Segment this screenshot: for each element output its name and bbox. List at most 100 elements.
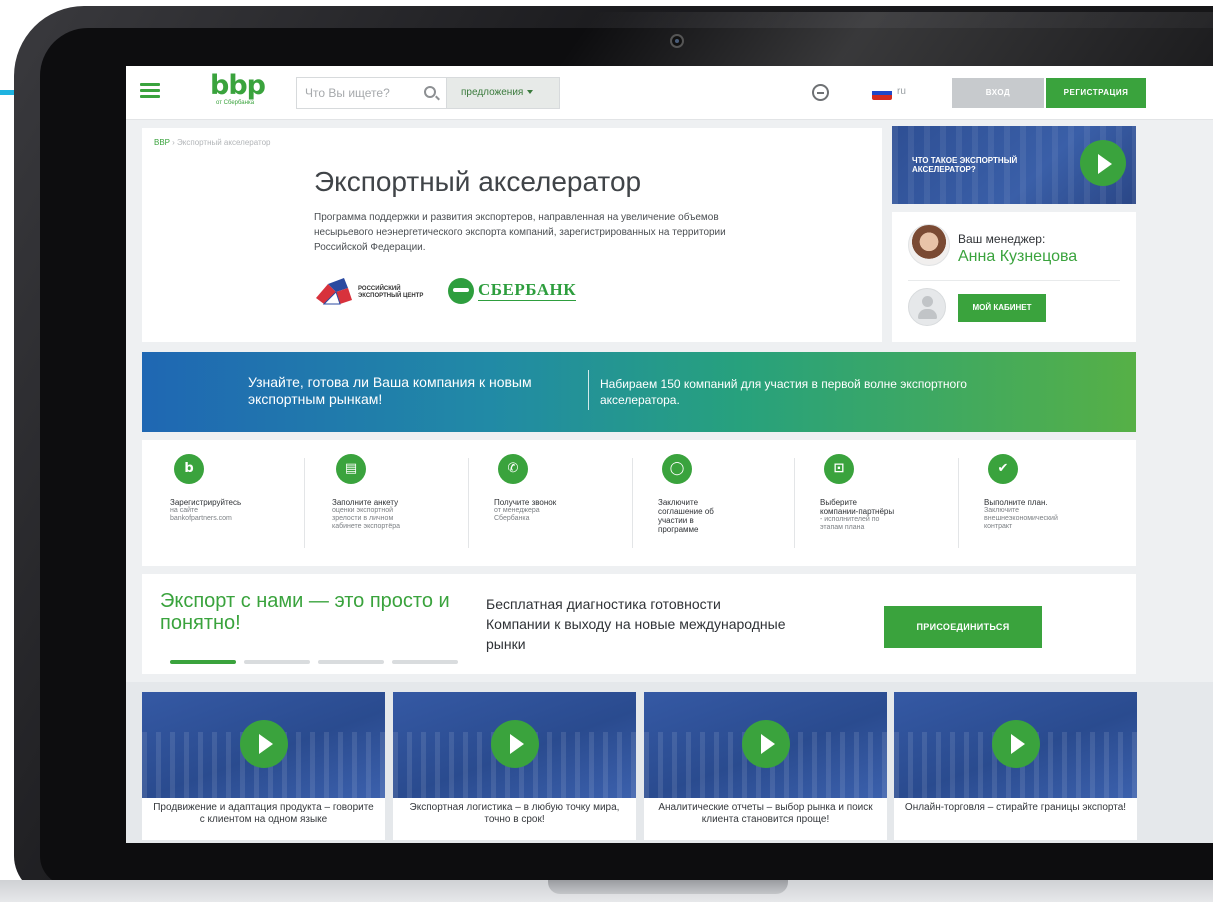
slider-pagination	[170, 660, 470, 664]
step-1: b Зарегистрируйтесь на сайте bankofpartn…	[170, 454, 320, 558]
step-title: Выполните план.	[984, 498, 1048, 507]
video-caption[interactable]: Аналитические отчеты – выбор рынка и пои…	[652, 802, 879, 826]
briefcase-icon: ⊡	[824, 454, 854, 484]
language-code[interactable]: ru	[897, 86, 906, 97]
play-icon[interactable]	[240, 720, 288, 768]
step-desc-line: зрелости в личном	[332, 515, 394, 522]
step-title-line: соглашение об	[658, 507, 714, 516]
slider-dot-active[interactable]	[170, 660, 236, 664]
slider-dot[interactable]	[318, 660, 384, 664]
play-icon[interactable]	[1080, 140, 1126, 186]
manager-name[interactable]: Анна Кузнецова	[958, 248, 1077, 266]
step-desc-line: этапам плана	[820, 524, 865, 531]
step-desc-line: кабинете экспортёра	[332, 523, 401, 530]
step-desc-line: контракт	[984, 523, 1013, 530]
search-box	[296, 77, 446, 109]
intro-video-title: ЧТО ТАКОЕ ЭКСПОРТНЫЙ АКСЕЛЕРАТОР?	[912, 156, 1017, 174]
step-divider	[468, 458, 469, 548]
step-desc-line: от менеджера	[494, 507, 540, 514]
divider	[908, 280, 1120, 281]
rec-line-1: РОССИЙСКИЙ	[358, 286, 401, 292]
login-button[interactable]: ВХОД	[952, 78, 1044, 108]
readiness-banner: Узнайте, готова ли Ваша компания к новым…	[142, 352, 1136, 432]
user-avatar-icon	[908, 288, 946, 326]
intro-video-title-line-2: АКСЕЛЕРАТОР?	[912, 165, 976, 174]
step-divider	[304, 458, 305, 548]
logo-subtitle: от Сбербанка	[216, 100, 255, 106]
join-button[interactable]: ПРИСОЕДИНИТЬСЯ	[884, 606, 1042, 648]
webcam-icon	[670, 34, 684, 48]
video-caption[interactable]: Экспортная логистика – в любую точку мир…	[401, 802, 628, 826]
page-title: Экспортный акселератор	[314, 166, 642, 197]
step-title: Выберите	[820, 498, 857, 507]
step-desc-line: Заключите	[984, 507, 1020, 514]
step-divider	[794, 458, 795, 548]
breadcrumb-home-link[interactable]: BBP	[154, 138, 170, 147]
offers-label: предложения	[461, 87, 524, 98]
phone-icon: ✆	[498, 454, 528, 484]
play-icon[interactable]	[992, 720, 1040, 768]
chat-icon[interactable]	[812, 84, 829, 101]
my-cabinet-button[interactable]: МОЙ КАБИНЕТ	[958, 294, 1046, 322]
play-icon[interactable]	[742, 720, 790, 768]
video-card[interactable]: Онлайн-торговля – стирайте границы экспо…	[894, 692, 1137, 840]
banner-headline: Узнайте, готова ли Ваша компания к новым…	[248, 374, 532, 407]
banner-subtext: Набираем 150 компаний для участия в перв…	[600, 377, 967, 407]
step-title: Заполните анкету	[332, 498, 399, 507]
banner-divider	[588, 370, 589, 410]
video-caption[interactable]: Продвижение и адаптация продукта – говор…	[150, 802, 377, 826]
site-header: bbp от Сбербанка предложения ru ВХОД РЕГ…	[126, 66, 1213, 120]
register-button[interactable]: РЕГИСТРАЦИЯ	[1046, 78, 1146, 108]
promo-title: Экспорт с нами — это просто и понятно!	[160, 590, 450, 634]
b-logo-icon: b	[174, 454, 204, 484]
page-description: Программа поддержки и развития экспортер…	[314, 212, 726, 253]
step-title: Получите звонок	[494, 498, 557, 507]
video-caption[interactable]: Онлайн-торговля – стирайте границы экспо…	[902, 802, 1129, 814]
breadcrumb-current: Экспортный акселератор	[177, 138, 271, 147]
breadcrumb-separator: ›	[172, 138, 175, 147]
step-desc-line: - исполнителей по	[820, 516, 880, 523]
slider-dot[interactable]	[392, 660, 458, 664]
check-icon: ✔	[988, 454, 1018, 484]
step-title-line: компании-партнёры	[820, 507, 895, 516]
step-3: ✆ Получите звонок от менеджера Сбербанка	[494, 454, 644, 558]
play-icon[interactable]	[491, 720, 539, 768]
hamburger-menu-icon[interactable]	[140, 83, 160, 99]
step-divider	[958, 458, 959, 548]
rec-logo-text: РОССИЙСКИЙ ЭКСПОРТНЫЙ ЦЕНТР	[358, 286, 423, 300]
manager-avatar	[908, 224, 950, 266]
logo-wordmark: bbp	[210, 70, 266, 101]
step-desc-line[interactable]: bankofpartners.com	[170, 515, 320, 523]
video-card[interactable]: Экспортная логистика – в любую точку мир…	[393, 692, 636, 840]
intro-video-card[interactable]: ЧТО ТАКОЕ ЭКСПОРТНЫЙ АКСЕЛЕРАТОР?	[892, 126, 1136, 204]
step-4: ◯ Заключите соглашение об участии в прог…	[658, 454, 808, 558]
promo-slider: Экспорт с нами — это просто и понятно! Б…	[142, 574, 1136, 674]
search-input[interactable]	[297, 78, 412, 108]
intro-video-title-line-1: ЧТО ТАКОЕ ЭКСПОРТНЫЙ	[912, 156, 1018, 165]
bbp-logo[interactable]: bbp от Сбербанка	[210, 70, 280, 114]
sberbank-wordmark: СБЕРБАНК	[478, 280, 577, 301]
offers-dropdown[interactable]: предложения	[446, 77, 560, 109]
caret-down-icon	[527, 90, 534, 95]
hero-section: BBP › Экспортный акселератор Экспортный …	[142, 128, 882, 342]
document-icon: ▤	[336, 454, 366, 484]
step-title: Зарегистрируйтесь	[170, 498, 242, 507]
step-divider	[632, 458, 633, 548]
step-desc-line: на сайте	[170, 507, 199, 514]
video-card[interactable]: Аналитические отчеты – выбор рынка и пои…	[644, 692, 887, 840]
step-title-line: программе	[658, 525, 699, 534]
promo-text: Бесплатная диагностика готовности Компан…	[486, 596, 786, 652]
step-desc-line: внешнеэкономический	[984, 515, 1058, 522]
rec-logo-icon	[316, 278, 352, 305]
video-card[interactable]: Продвижение и адаптация продукта – говор…	[142, 692, 385, 840]
slider-dot[interactable]	[244, 660, 310, 664]
steps-panel: b Зарегистрируйтесь на сайте bankofpartn…	[142, 440, 1136, 566]
russia-flag-icon[interactable]	[872, 86, 892, 100]
step-title: Заключите	[658, 498, 699, 507]
search-icon[interactable]	[424, 86, 436, 98]
step-6: ✔ Выполните план. Заключите внешнеэконом…	[984, 454, 1134, 558]
manager-card: Ваш менеджер: Анна Кузнецова МОЙ КАБИНЕТ	[892, 212, 1136, 342]
laptop-mockup: bbp от Сбербанка предложения ru ВХОД РЕГ…	[0, 0, 1213, 902]
agreement-icon: ◯	[662, 454, 692, 484]
videos-row: Продвижение и адаптация продукта – говор…	[126, 682, 1213, 843]
